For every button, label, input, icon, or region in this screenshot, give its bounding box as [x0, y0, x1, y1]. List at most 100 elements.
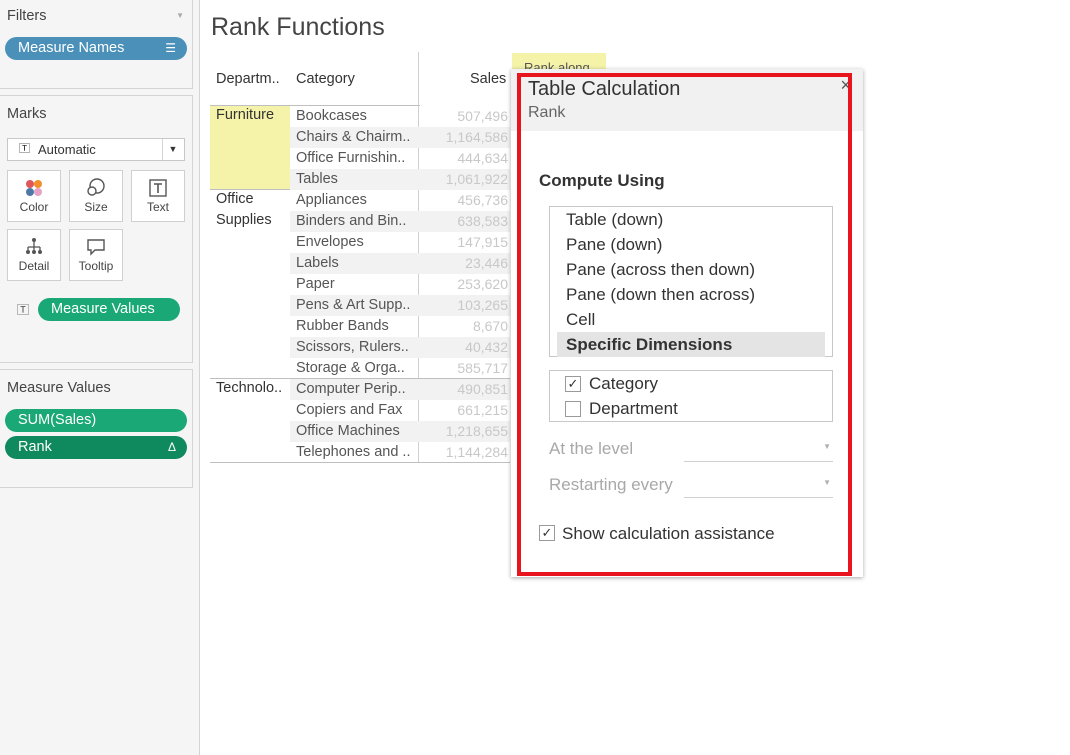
- compute-option-pane-across-then-down[interactable]: Pane (across then down): [557, 257, 825, 282]
- sales-cell: 1,144,284: [445, 444, 508, 460]
- sales-cell: 585,717: [457, 360, 508, 376]
- measure-values-card: Measure Values SUM(Sales) Rank Δ: [0, 369, 193, 488]
- category-cell: Copiers and Fax: [296, 402, 403, 418]
- filter-list-icon: ☰: [165, 41, 176, 55]
- table-row[interactable]: Appliances 456,736: [290, 190, 510, 211]
- compute-using-label: Compute Using: [539, 171, 665, 190]
- department-supplies[interactable]: Supplies: [216, 210, 272, 231]
- show-assistance-checkbox[interactable]: ✓: [539, 525, 555, 541]
- sales-cell: 40,432: [465, 339, 508, 355]
- table-calc-delta-icon: Δ: [167, 440, 176, 454]
- sales-cell: 661,215: [457, 402, 508, 418]
- sales-cell: 23,446: [465, 255, 508, 271]
- detail-button[interactable]: Detail: [7, 229, 61, 281]
- tooltip-button[interactable]: Tooltip: [69, 229, 123, 281]
- department-checkbox-label: Department: [589, 399, 678, 418]
- sales-cell: 103,265: [457, 297, 508, 313]
- tooltip-icon: [70, 236, 122, 258]
- table-row[interactable]: Bookcases 507,496: [290, 106, 510, 127]
- table-row[interactable]: Storage & Orga.. 585,717: [290, 358, 510, 379]
- text-mark-icon: 🅃: [19, 143, 30, 155]
- measure-pill-sum-sales[interactable]: SUM(Sales): [5, 409, 187, 432]
- category-cell: Rubber Bands: [296, 318, 389, 334]
- table-row[interactable]: Binders and Bin.. 638,583: [290, 211, 510, 232]
- sheet-title: Rank Functions: [211, 13, 385, 41]
- category-cell: Tables: [296, 171, 338, 187]
- size-button[interactable]: Size: [69, 170, 123, 222]
- text-button[interactable]: Text: [131, 170, 185, 222]
- category-cell: Scissors, Rulers..: [296, 339, 409, 355]
- filter-pill-measure-names[interactable]: Measure Names ☰: [5, 37, 187, 60]
- category-checkbox-label: Category: [589, 374, 658, 393]
- table-row[interactable]: Envelopes 147,915: [290, 232, 510, 253]
- sales-cell: 147,915: [457, 234, 508, 250]
- size-label: Size: [84, 200, 108, 214]
- department-technology[interactable]: Technolo..: [216, 378, 282, 399]
- tooltip-label: Tooltip: [78, 259, 114, 273]
- filters-menu-caret-icon[interactable]: ▼: [176, 11, 184, 20]
- measure-values-title: Measure Values: [7, 380, 111, 396]
- table-row[interactable]: Telephones and .. 1,144,284: [290, 442, 510, 463]
- table-row[interactable]: Copiers and Fax 661,215: [290, 400, 510, 421]
- category-cell: Envelopes: [296, 234, 364, 250]
- compute-using-list[interactable]: Table (down) Pane (down) Pane (across th…: [549, 206, 833, 357]
- sales-cell: 1,164,586: [445, 129, 508, 145]
- table-row[interactable]: Chairs & Chairm.. 1,164,586: [290, 127, 510, 148]
- header-sales[interactable]: Sales: [470, 71, 506, 87]
- size-icon: [70, 177, 122, 199]
- measure-pill-rank[interactable]: Rank Δ: [5, 436, 187, 459]
- table-row[interactable]: Tables 1,061,922: [290, 169, 510, 190]
- category-cell: Office Machines: [296, 423, 400, 439]
- category-checkbox[interactable]: ✓: [565, 376, 581, 392]
- detail-icon: [8, 236, 60, 258]
- table-row[interactable]: Paper 253,620: [290, 274, 510, 295]
- color-icon: [8, 177, 60, 199]
- header-department[interactable]: Departm..: [216, 71, 280, 87]
- compute-option-pane-down[interactable]: Pane (down): [557, 232, 825, 257]
- compute-option-pane-down-then-across[interactable]: Pane (down then across): [557, 282, 825, 307]
- marks-pill-measure-values[interactable]: Measure Values: [38, 298, 180, 321]
- filters-title: Filters: [7, 8, 47, 24]
- department-checkbox[interactable]: [565, 401, 581, 417]
- chevron-down-icon: ▼: [162, 139, 183, 160]
- dialog-header: Table Calculation Rank ×: [511, 69, 863, 131]
- dimensions-checklist: ✓ Category Department: [549, 370, 833, 422]
- dimension-category[interactable]: ✓ Category: [565, 371, 658, 396]
- table-row[interactable]: Pens & Art Supp.. 103,265: [290, 295, 510, 316]
- sales-cell: 253,620: [457, 276, 508, 292]
- mark-type-dropdown[interactable]: 🅃 Automatic ▼: [7, 138, 185, 161]
- dialog-subtitle: Rank: [528, 104, 566, 121]
- marks-card: Marks 🅃 Automatic ▼ Color Size Text Deta…: [0, 95, 193, 363]
- text-label: Text: [146, 200, 169, 214]
- marks-title: Marks: [7, 106, 47, 122]
- chevron-down-icon: ▼: [823, 478, 831, 487]
- filters-card: Filters ▼ Measure Names ☰: [0, 0, 193, 89]
- table-row[interactable]: Labels 23,446: [290, 253, 510, 274]
- table-row[interactable]: Office Furnishin.. 444,634: [290, 148, 510, 169]
- department-office[interactable]: Office: [216, 189, 254, 210]
- table-row[interactable]: Computer Perip.. 490,851: [290, 379, 510, 400]
- close-icon[interactable]: ×: [840, 75, 851, 96]
- measure-pill-label: SUM(Sales): [18, 412, 97, 428]
- department-furniture[interactable]: Furniture: [216, 105, 274, 126]
- detail-label: Detail: [18, 259, 50, 273]
- table-row[interactable]: Scissors, Rulers.. 40,432: [290, 337, 510, 358]
- category-cell: Appliances: [296, 192, 367, 208]
- chevron-down-icon: ▼: [823, 442, 831, 451]
- table-row[interactable]: Office Machines 1,218,655: [290, 421, 510, 442]
- header-category[interactable]: Category: [296, 71, 355, 87]
- dialog-title: Table Calculation: [528, 78, 681, 100]
- restarting-every-label: Restarting every: [549, 475, 673, 494]
- category-cell: Telephones and ..: [296, 444, 411, 460]
- at-the-level-label: At the level: [549, 439, 634, 458]
- sales-cell: 507,496: [457, 108, 508, 124]
- text-encoding-icon: 🅃: [17, 303, 30, 317]
- table-row[interactable]: Rubber Bands 8,670: [290, 316, 510, 337]
- dimension-department[interactable]: Department: [565, 396, 678, 421]
- show-calculation-assistance[interactable]: ✓ Show calculation assistance: [539, 521, 775, 546]
- sales-cell: 490,851: [457, 381, 508, 397]
- compute-option-specific-dimensions[interactable]: Specific Dimensions: [557, 332, 825, 357]
- compute-option-cell[interactable]: Cell: [557, 307, 825, 332]
- color-button[interactable]: Color: [7, 170, 61, 222]
- compute-option-table-down[interactable]: Table (down): [557, 207, 825, 232]
